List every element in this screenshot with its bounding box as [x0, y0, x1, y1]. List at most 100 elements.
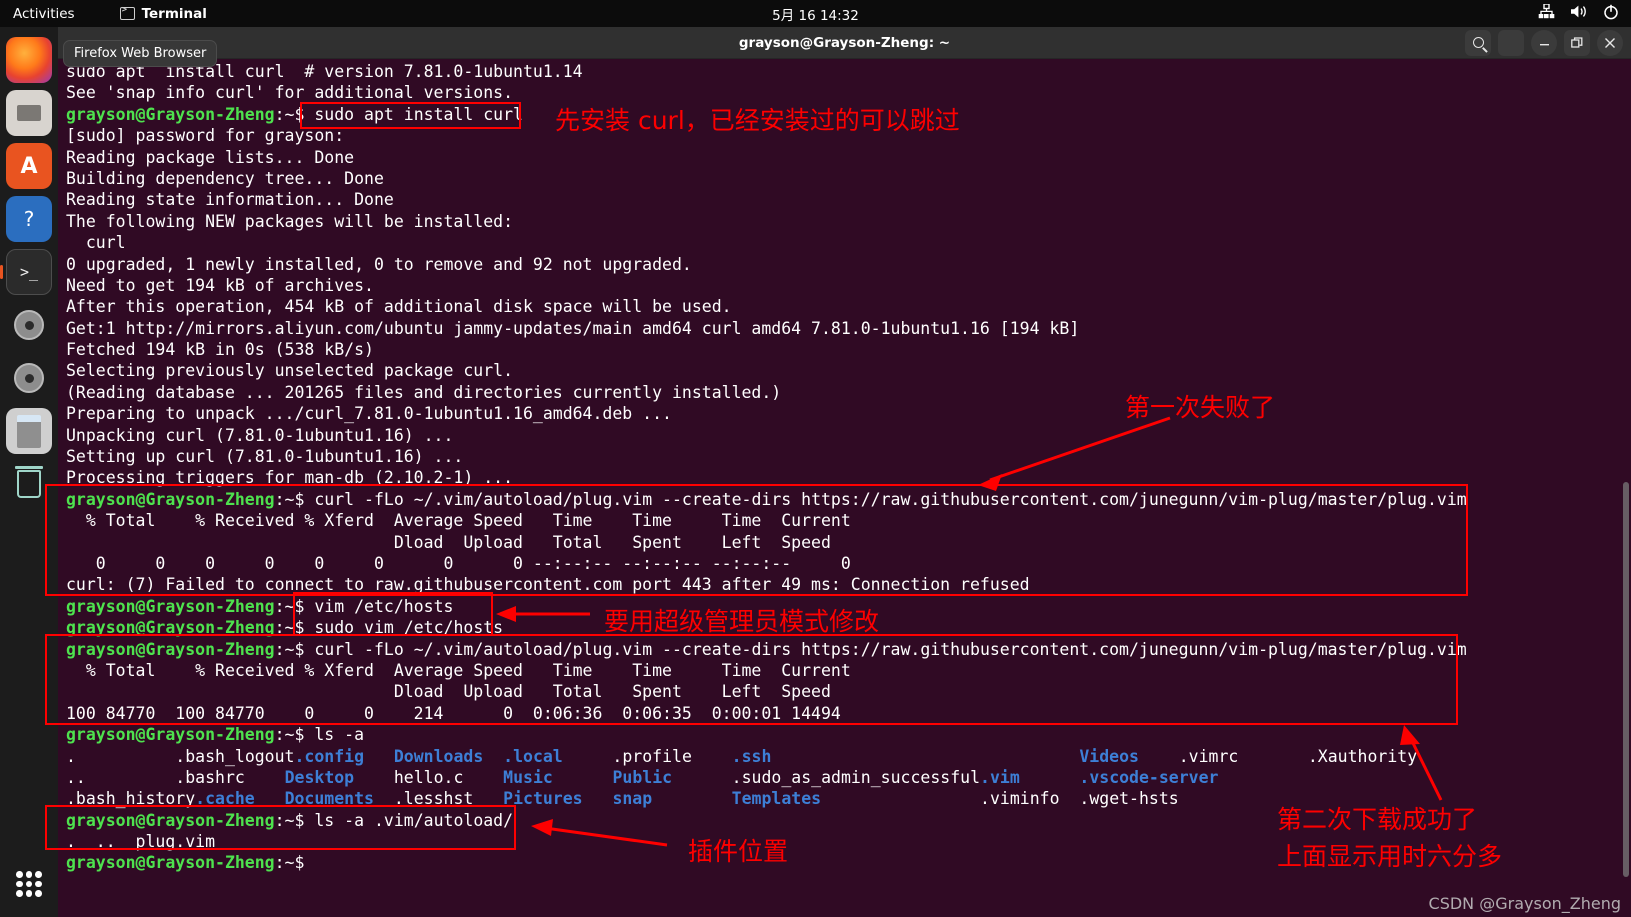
terminal-output-line: After this operation, 454 kB of addition…: [66, 296, 1631, 317]
shell-prompt-user: grayson@Grayson-Zheng: [66, 489, 275, 509]
ls-entry: snap: [612, 789, 653, 809]
dock-item-terminal[interactable]: >_: [6, 249, 52, 295]
shell-prompt-symbol: :~$: [274, 725, 315, 745]
terminal-text: Need to get 194 kB of archives.: [66, 275, 374, 295]
shell-command-text: ls -a: [314, 725, 365, 745]
terminal-text: 0 0 0 0 0 0 0 0 --:--:-- --:--:-- --:--:…: [66, 553, 851, 573]
ls-entry: .sudo_as_admin_successful: [731, 767, 981, 787]
dock-item-disc-1[interactable]: [6, 302, 52, 348]
terminal-text: Dload Upload Total Spent Left Speed: [66, 682, 831, 702]
ubuntu-dock: A ? >_: [0, 27, 58, 917]
firefox-tooltip: Firefox Web Browser: [63, 40, 218, 67]
dock-item-disc-2[interactable]: [6, 355, 52, 401]
clock[interactable]: 5月 16 14:32: [0, 4, 1631, 24]
dock-item-firefox[interactable]: [6, 37, 52, 83]
activities-button[interactable]: Activities: [13, 6, 75, 22]
terminal-command-line: grayson@Grayson-Zheng:~$ ls -a: [66, 724, 1631, 745]
terminal-output-line: The following NEW packages will be insta…: [66, 211, 1631, 232]
terminal-ls-row: .bash_history.cache Documents .lesshst P…: [66, 788, 1631, 809]
terminal-command-line: grayson@Grayson-Zheng:~$ ls -a .vim/auto…: [66, 810, 1631, 831]
terminal-text: % Total % Received % Xferd Average Speed…: [66, 660, 851, 680]
ls-entry: .: [66, 746, 76, 766]
terminal-icon: [119, 5, 135, 20]
terminal-output-line: Reading state information... Done: [66, 189, 1631, 210]
ls-entry: .config: [294, 746, 365, 766]
terminal-window: grayson@Grayson-Zheng: ~ sudo apt instal…: [58, 27, 1631, 917]
terminal-text: Get:1 http://mirrors.aliyun.com/ubuntu j…: [66, 318, 1080, 338]
terminal-text: Reading package lists... Done: [66, 147, 355, 167]
terminal-output-line: See 'snap info curl' for additional vers…: [66, 82, 1631, 103]
search-button[interactable]: [1465, 29, 1491, 56]
ls-entry: Downloads: [393, 746, 484, 766]
terminal-text: Dload Upload Total Spent Left Speed: [66, 532, 831, 552]
minimize-button[interactable]: [1531, 29, 1557, 56]
terminal-title-bar[interactable]: grayson@Grayson-Zheng: ~: [58, 27, 1631, 59]
grid-dot: [25, 880, 33, 888]
terminal-text: The following NEW packages will be insta…: [66, 211, 514, 231]
ls-entry: .wget-hsts: [1079, 789, 1179, 809]
terminal-text: curl: (7) Failed to connect to raw.githu…: [66, 575, 1030, 595]
terminal-output-line: [sudo] password for grayson:: [66, 125, 1631, 146]
terminal-text: (Reading database ... 201265 files and d…: [66, 382, 782, 402]
window-title: grayson@Grayson-Zheng: ~: [738, 34, 951, 51]
terminal-output[interactable]: sudo apt install curl # version 7.81.0-1…: [58, 59, 1631, 917]
shell-prompt-symbol: :~$: [274, 489, 315, 509]
terminal-output-line: curl: [66, 232, 1631, 253]
maximize-button[interactable]: [1564, 29, 1590, 56]
terminal-scrollbar[interactable]: [1623, 482, 1629, 877]
dock-item-app-store[interactable]: A: [6, 143, 52, 189]
terminal-output-line: Dload Upload Total Spent Left Speed: [66, 532, 1631, 553]
shell-prompt-symbol: :~$: [274, 639, 315, 659]
terminal-output-line: 0 0 0 0 0 0 0 0 --:--:-- --:--:-- --:--:…: [66, 553, 1631, 574]
grid-dot: [16, 871, 23, 878]
terminal-output-line: % Total % Received % Xferd Average Speed…: [66, 660, 1631, 681]
trash-icon: [15, 466, 43, 498]
volume-icon[interactable]: [1570, 4, 1588, 23]
terminal-text: Building dependency tree... Done: [66, 168, 384, 188]
terminal-text: [sudo] password for grayson:: [66, 126, 345, 146]
terminal-text: curl: [66, 233, 126, 253]
terminal-output-line: Need to get 194 kB of archives.: [66, 275, 1631, 296]
terminal-output-line: Dload Upload Total Spent Left Speed: [66, 681, 1631, 702]
ls-entry: .bashrc: [175, 767, 245, 787]
ls-entry: .cache: [195, 789, 255, 809]
terminal-command-line: grayson@Grayson-Zheng:~$ curl -fLo ~/.vi…: [66, 639, 1631, 660]
terminal-output-line: Processing triggers for man-db (2.10.2-1…: [66, 467, 1631, 488]
terminal-output-line: Setting up curl (7.81.0-1ubuntu1.16) ...: [66, 446, 1631, 467]
dock-item-trash[interactable]: [6, 461, 52, 507]
grid-dot: [35, 880, 42, 888]
terminal-ls-row: .. .bashrc Desktop hello.c Music Public …: [66, 767, 1631, 788]
dock-item-files[interactable]: [6, 90, 52, 136]
ls-entry: Desktop: [284, 767, 355, 787]
terminal-output-line: curl: (7) Failed to connect to raw.githu…: [66, 574, 1631, 595]
terminal-command-line: grayson@Grayson-Zheng:~$ sudo vim /etc/h…: [66, 617, 1631, 638]
disc-icon: [14, 310, 44, 340]
power-icon[interactable]: [1603, 4, 1619, 24]
shell-prompt-user: grayson@Grayson-Zheng: [66, 618, 275, 638]
shell-prompt-user: grayson@Grayson-Zheng: [66, 596, 275, 616]
show-applications-button[interactable]: [6, 861, 52, 907]
grid-dot: [16, 890, 23, 897]
active-app-indicator[interactable]: Terminal: [119, 5, 207, 22]
dock-item-help[interactable]: ?: [6, 196, 52, 242]
ls-entry: .ssh: [731, 746, 772, 766]
system-status-area[interactable]: [1538, 3, 1619, 24]
network-icon[interactable]: [1538, 3, 1555, 23]
close-button[interactable]: [1597, 29, 1623, 56]
window-controls: [1465, 29, 1623, 56]
dock-item-calculator[interactable]: [6, 408, 52, 454]
search-icon: [1472, 37, 1484, 48]
shell-prompt-symbol: :~$: [274, 596, 315, 616]
shell-command-text: curl -fLo ~/.vim/autoload/plug.vim --cre…: [314, 489, 1467, 509]
menu-button[interactable]: [1498, 29, 1524, 56]
terminal-output-line: 0 upgraded, 1 newly installed, 0 to remo…: [66, 254, 1631, 275]
